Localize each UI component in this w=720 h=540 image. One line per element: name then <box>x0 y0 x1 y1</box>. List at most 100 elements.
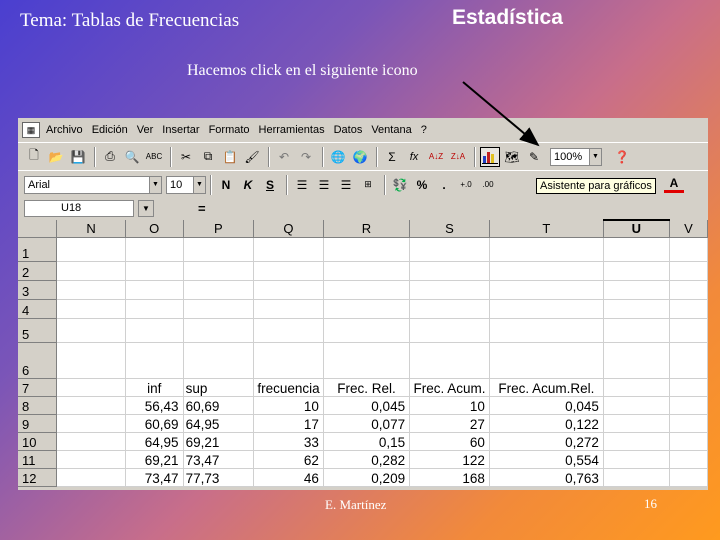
print-preview-icon[interactable]: 🔍 <box>122 147 142 167</box>
cell[interactable] <box>183 299 255 319</box>
cell[interactable]: 69,21 <box>183 432 255 451</box>
copy-icon[interactable]: ⧉ <box>198 147 218 167</box>
column-header-u[interactable]: U <box>603 219 670 238</box>
font-size-select[interactable]: 10 ▼ <box>166 175 206 194</box>
menu-ventana[interactable]: Ventana <box>371 124 411 136</box>
menu-formato[interactable]: Formato <box>209 124 250 136</box>
cell[interactable] <box>603 432 670 451</box>
cell[interactable] <box>56 299 126 319</box>
cell[interactable] <box>253 261 324 281</box>
function-icon[interactable]: fx <box>404 147 424 167</box>
cell[interactable] <box>603 318 670 343</box>
cell[interactable]: 60,69 <box>183 396 255 415</box>
cell[interactable] <box>56 318 126 343</box>
cell[interactable]: 33 <box>253 432 324 451</box>
cell[interactable] <box>669 261 708 281</box>
cell[interactable] <box>56 342 126 379</box>
cell[interactable] <box>669 396 708 415</box>
column-header-s[interactable]: S <box>409 220 490 238</box>
cell[interactable] <box>489 318 604 343</box>
cell[interactable]: 73,47 <box>125 468 184 487</box>
row-header[interactable]: 9 <box>18 414 58 433</box>
column-header-v[interactable]: V <box>669 220 708 238</box>
row-header[interactable]: 11 <box>18 450 58 469</box>
cell[interactable] <box>253 342 324 379</box>
row-header[interactable]: 4 <box>18 299 58 319</box>
name-box[interactable]: U18 <box>24 199 134 217</box>
cell[interactable] <box>603 280 670 300</box>
cell[interactable]: 27 <box>409 414 490 433</box>
column-header-o[interactable]: O <box>125 220 184 238</box>
cell[interactable] <box>253 299 324 319</box>
cell[interactable]: Frec. Acum.Rel. <box>489 378 604 397</box>
cell[interactable] <box>409 261 490 281</box>
cell[interactable] <box>323 237 411 262</box>
zoom-select[interactable]: 100% ▼ <box>550 147 602 166</box>
format-painter-icon[interactable]: 🖌 <box>242 147 262 167</box>
cell[interactable] <box>56 468 126 487</box>
cell[interactable] <box>183 280 255 300</box>
cell[interactable] <box>183 342 255 379</box>
cell[interactable]: 10 <box>409 396 490 415</box>
cell[interactable]: 60 <box>409 432 490 451</box>
cell[interactable]: 0,763 <box>489 468 604 487</box>
print-icon[interactable]: ⎙ <box>100 147 120 167</box>
cell[interactable] <box>669 414 708 433</box>
row-header[interactable]: 5 <box>18 318 58 343</box>
cell[interactable] <box>603 299 670 319</box>
cell[interactable] <box>56 280 126 300</box>
cell[interactable]: 0,045 <box>489 396 604 415</box>
cell[interactable]: Frec. Rel. <box>323 378 411 397</box>
formula-equals[interactable]: = <box>198 201 206 216</box>
underline-icon[interactable]: S <box>260 175 280 195</box>
cell[interactable] <box>253 280 324 300</box>
cell[interactable] <box>603 396 670 415</box>
column-header-t[interactable]: T <box>489 220 604 238</box>
menu-ver[interactable]: Ver <box>137 124 154 136</box>
cell[interactable] <box>183 237 255 262</box>
cell[interactable]: 17 <box>253 414 324 433</box>
cell[interactable] <box>669 432 708 451</box>
cell[interactable] <box>603 468 670 487</box>
spelling-icon[interactable]: ABC <box>144 147 164 167</box>
cell[interactable] <box>409 342 490 379</box>
cell[interactable]: sup <box>183 378 255 397</box>
row-header[interactable]: 7 <box>18 378 58 397</box>
cell[interactable] <box>603 450 670 469</box>
cell[interactable] <box>489 342 604 379</box>
cell[interactable]: 0,122 <box>489 414 604 433</box>
hyperlink-icon[interactable]: 🌐 <box>328 147 348 167</box>
menu-help[interactable]: ? <box>421 124 427 136</box>
cell[interactable] <box>56 378 126 397</box>
cell[interactable]: 77,73 <box>183 468 255 487</box>
cell[interactable] <box>669 280 708 300</box>
cell[interactable] <box>323 261 411 281</box>
cell[interactable] <box>669 318 708 343</box>
align-left-icon[interactable]: ☰ <box>292 175 312 195</box>
cell[interactable] <box>125 280 184 300</box>
menu-edicion[interactable]: Edición <box>92 124 128 136</box>
menu-insertar[interactable]: Insertar <box>162 124 199 136</box>
cell[interactable] <box>409 299 490 319</box>
cell[interactable] <box>489 299 604 319</box>
percent-icon[interactable]: % <box>412 175 432 195</box>
cell[interactable]: 64,95 <box>125 432 184 451</box>
paste-icon[interactable]: 📋 <box>220 147 240 167</box>
cell[interactable] <box>489 237 604 262</box>
cell[interactable] <box>56 450 126 469</box>
cell[interactable] <box>323 342 411 379</box>
cell[interactable]: 10 <box>253 396 324 415</box>
sort-descending-icon[interactable]: Z↓A <box>448 147 468 167</box>
new-icon[interactable]: 🗋 <box>24 147 44 167</box>
drawing-icon[interactable]: ✎ <box>524 147 544 167</box>
sort-ascending-icon[interactable]: A↓Z <box>426 147 446 167</box>
cell[interactable]: 0,554 <box>489 450 604 469</box>
font-select[interactable]: Arial ▼ <box>24 175 162 194</box>
open-icon[interactable]: 📂 <box>46 147 66 167</box>
menu-herramientas[interactable]: Herramientas <box>259 124 325 136</box>
save-icon[interactable]: 💾 <box>68 147 88 167</box>
cell[interactable] <box>669 237 708 262</box>
cell[interactable] <box>183 318 255 343</box>
decrease-decimal-icon[interactable]: .00 <box>478 175 498 195</box>
cell[interactable]: 56,43 <box>125 396 184 415</box>
